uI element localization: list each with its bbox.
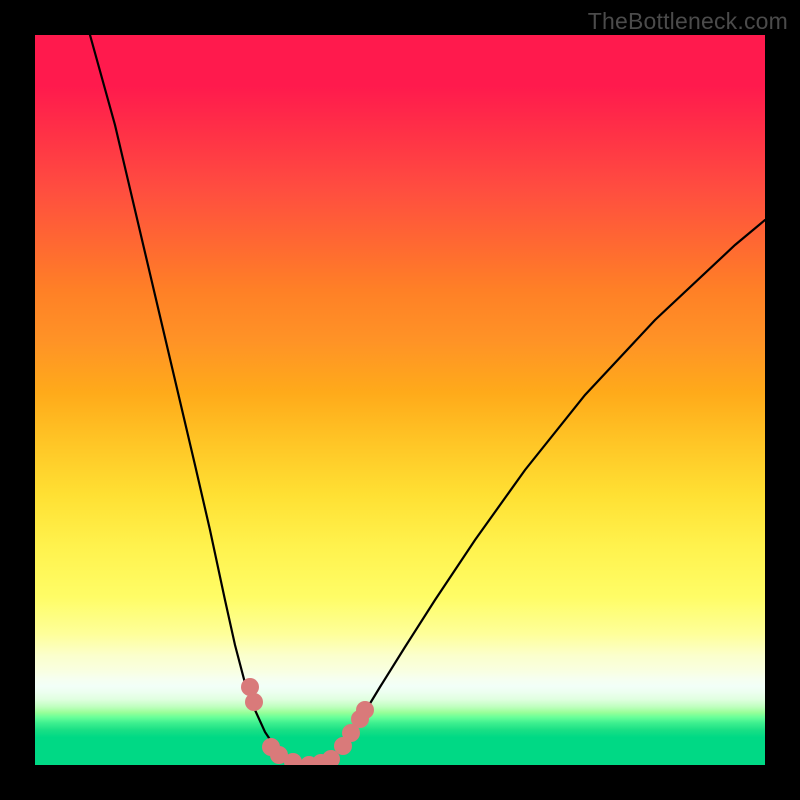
left-curve bbox=[90, 35, 305, 765]
chart-frame: TheBottleneck.com bbox=[0, 0, 800, 800]
data-point-marker bbox=[245, 693, 263, 711]
right-curve bbox=[315, 220, 765, 765]
curve-group bbox=[90, 35, 765, 765]
chart-svg bbox=[35, 35, 765, 765]
data-point-marker bbox=[356, 701, 374, 719]
watermark-text: TheBottleneck.com bbox=[588, 8, 788, 35]
plot-area bbox=[35, 35, 765, 765]
